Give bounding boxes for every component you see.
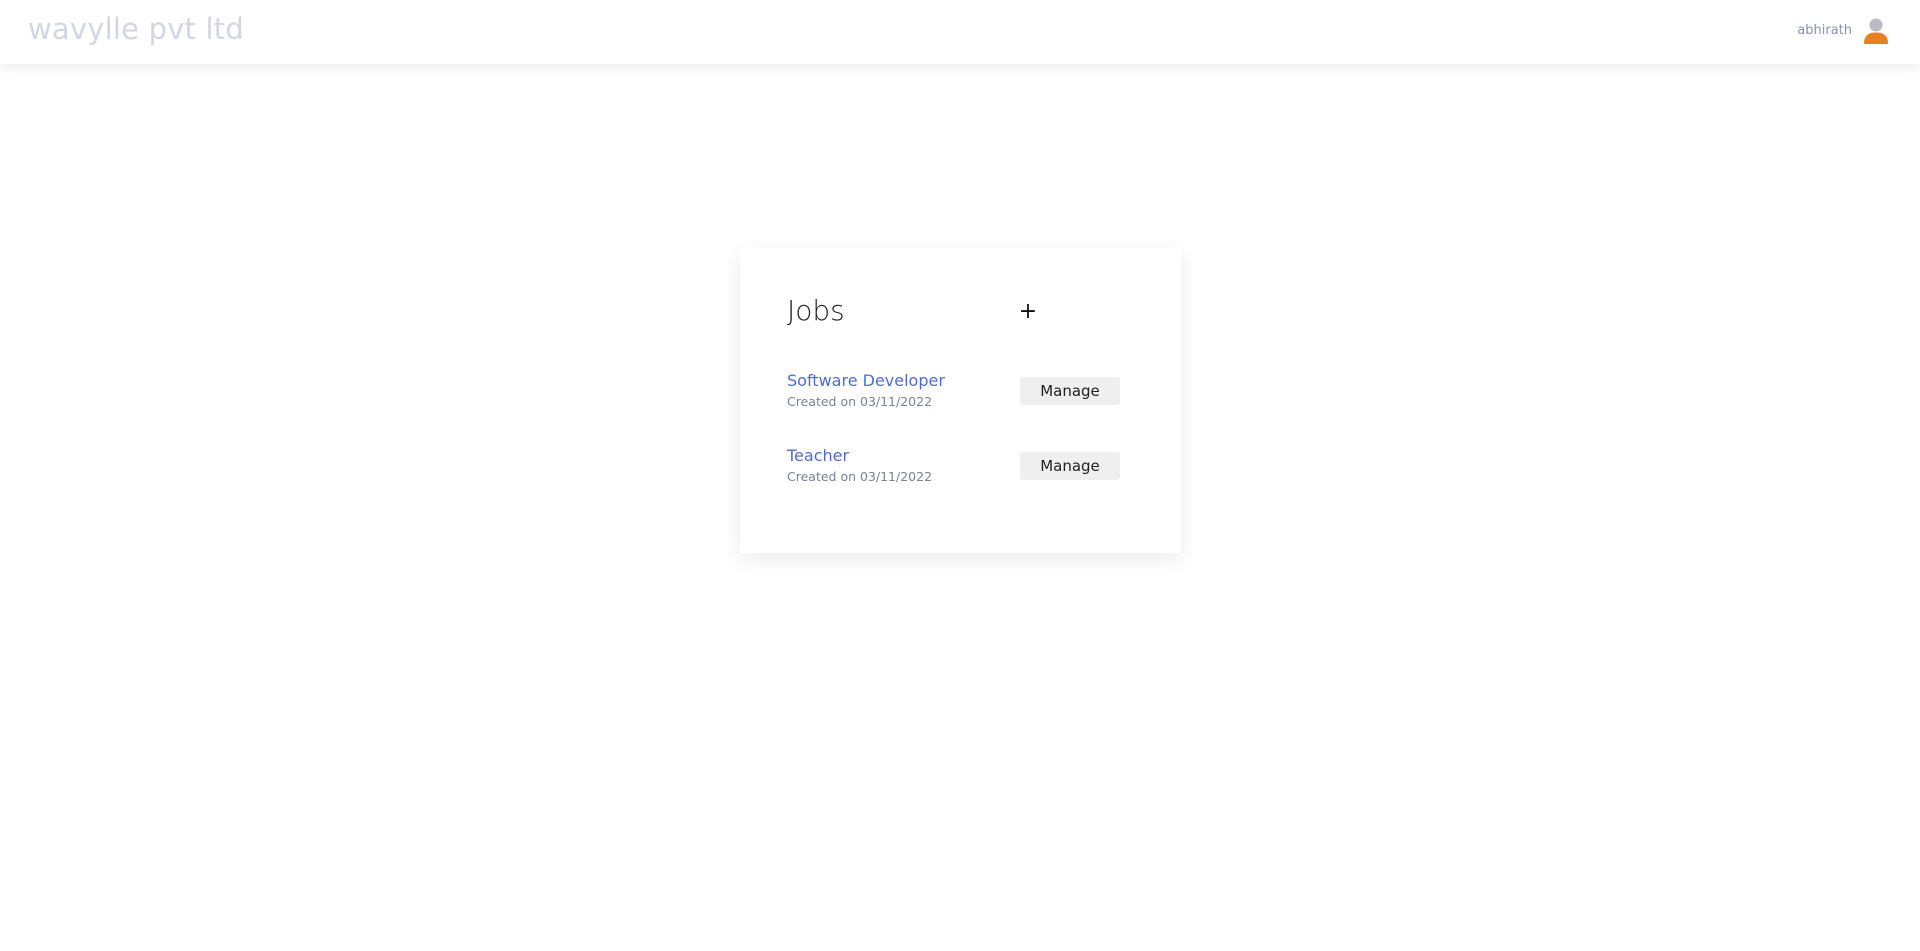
job-item: Software Developer Created on 03/11/2022… <box>787 371 1147 417</box>
company-name[interactable]: wavylle pvt ltd <box>28 11 244 47</box>
job-title-link[interactable]: Teacher <box>787 446 849 466</box>
manage-job-button[interactable]: Manage <box>1020 452 1120 480</box>
user-menu[interactable]: abhirath <box>1797 15 1890 45</box>
top-navbar: wavylle pvt ltd abhirath <box>0 0 1920 64</box>
username[interactable]: abhirath <box>1797 23 1852 38</box>
job-title-link[interactable]: Software Developer <box>787 371 945 391</box>
jobs-card: Jobs + Software Developer Created on 03/… <box>740 248 1181 553</box>
job-item: Teacher Created on 03/11/2022 Manage <box>787 446 1147 492</box>
manage-job-button[interactable]: Manage <box>1020 377 1120 405</box>
job-created-date: Created on 03/11/2022 <box>787 469 933 484</box>
jobs-title: Jobs <box>787 294 845 327</box>
add-job-button[interactable]: + <box>1016 298 1040 326</box>
user-avatar-icon[interactable] <box>1862 16 1890 44</box>
job-created-date: Created on 03/11/2022 <box>787 394 933 409</box>
